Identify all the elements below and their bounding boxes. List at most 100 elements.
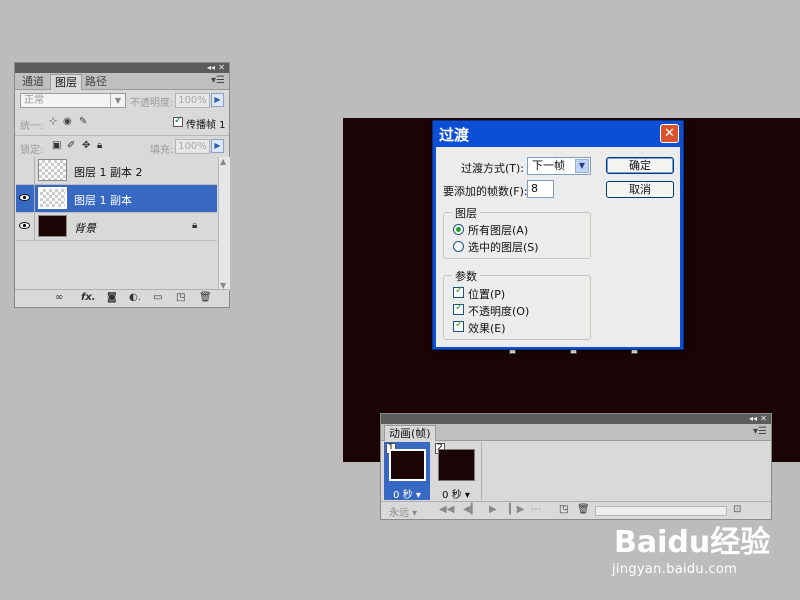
eye-icon (19, 194, 30, 201)
selected-layers-radio[interactable] (453, 241, 464, 252)
layers-panel: ◂◂ ✕ 通道 图层 路径 ▾☰ 正常 ▼ 不透明度: 100% ▶ 统一: ⊹… (14, 62, 230, 308)
layers-group-title: 图层 (452, 205, 480, 221)
frame-delay-value: 0 秒 (442, 490, 462, 501)
opacity-label[interactable]: 不透明度(O) (468, 303, 529, 319)
tween-icon[interactable]: ⋯ (531, 504, 541, 515)
layers-scrollbar[interactable]: ▲ ▼ (218, 157, 230, 290)
frame-delay-value: 0 秒 (393, 490, 413, 501)
position-checkbox[interactable]: ✓ (453, 285, 464, 298)
close-icon[interactable]: ✕ (218, 63, 225, 73)
panel-titlebar[interactable]: ◂◂ ✕ (381, 414, 771, 424)
tab-layers[interactable]: 图层 (50, 74, 82, 90)
opacity-field[interactable]: 100% (175, 93, 210, 108)
layers-group: 图层 所有图层(A) 选中的图层(S) (443, 205, 591, 259)
check-icon: ✓ (455, 319, 464, 330)
visibility-toggle[interactable] (16, 185, 35, 212)
panel-menu-icon[interactable]: ▾☰ (211, 75, 225, 86)
tab-paths[interactable]: 路径 (81, 74, 111, 89)
blend-mode-select[interactable]: 正常 ▼ (20, 93, 126, 108)
layer-thumbnail (38, 187, 67, 209)
close-icon[interactable]: ✕ (760, 414, 767, 424)
unify-visibility-icon[interactable]: ◉ (63, 116, 72, 127)
layer-row[interactable]: 背景 🔒︎ (16, 213, 217, 241)
cancel-button[interactable]: 取消 (606, 181, 674, 198)
group-folder-icon[interactable]: ▭ (153, 292, 162, 303)
animation-panel: ◂◂ ✕ 动画(帧) ▾☰ 1 0 秒 ▾ 2 0 秒 ▾ 永远 ▾ ◀◀ ◀▎… (380, 413, 772, 520)
check-icon: ✓ (455, 302, 464, 313)
tween-dialog: 过渡 ✕ 过渡方式(T): 下一帧 ▼ 要添加的帧数(F): 8 确定 取消 图… (432, 120, 684, 350)
layer-row[interactable]: 图层 1 副本 2 (16, 157, 217, 185)
scroll-up-icon[interactable]: ▲ (220, 157, 226, 166)
play-icon[interactable]: ▶ (489, 504, 497, 515)
lock-move-icon[interactable]: ✥ (82, 140, 90, 151)
propagate-label: 传播帧 1 (186, 120, 226, 131)
parameters-group-title: 参数 (452, 268, 480, 284)
parameters-group: 参数 ✓ 位置(P) ✓ 不透明度(O) ✓ 效果(E) (443, 268, 591, 340)
frame-delay[interactable]: 0 秒 ▾ (384, 486, 430, 501)
unify-style-icon[interactable]: ✎ (79, 116, 87, 127)
fill-slider-arrow-icon[interactable]: ▶ (211, 139, 224, 153)
frame-delay[interactable]: 0 秒 ▾ (433, 486, 479, 501)
tab-animation[interactable]: 动画(帧) (384, 425, 436, 441)
tab-channels[interactable]: 通道 (18, 74, 48, 89)
effects-checkbox[interactable]: ✓ (453, 319, 464, 332)
unify-label: 统一: (20, 121, 44, 132)
visibility-toggle[interactable] (16, 157, 35, 184)
first-frame-icon[interactable]: ◀◀ (439, 504, 454, 515)
collapse-icon[interactable]: ◂◂ (207, 63, 215, 73)
lock-transparent-icon[interactable]: ▣ (52, 140, 61, 151)
divider (15, 135, 229, 136)
layer-thumbnail (38, 159, 67, 181)
close-button[interactable]: ✕ (660, 124, 679, 143)
chevron-down-icon: ▼ (575, 159, 589, 173)
previous-frame-icon[interactable]: ◀▎ (463, 504, 478, 515)
watermark-url: jingyan.baidu.com (612, 562, 738, 577)
all-layers-radio[interactable] (453, 224, 464, 235)
selected-layers-label[interactable]: 选中的图层(S) (468, 239, 539, 255)
layer-name: 图层 1 副本 2 (74, 166, 143, 179)
opacity-slider-arrow-icon[interactable]: ▶ (211, 93, 224, 107)
lock-label: 锁定: (20, 145, 44, 156)
frames-to-add-input[interactable]: 8 (527, 180, 554, 198)
loop-select[interactable]: 永远 ▾ (389, 504, 417, 519)
next-frame-icon[interactable]: ▎▶ (509, 504, 524, 515)
animation-frame[interactable]: 1 0 秒 ▾ (384, 442, 430, 501)
layer-row[interactable]: 图层 1 副本 (16, 185, 217, 213)
link-icon[interactable]: ∞ (55, 292, 63, 303)
all-layers-label[interactable]: 所有图层(A) (468, 222, 528, 238)
lock-brush-icon[interactable]: ✐ (67, 140, 75, 151)
panel-titlebar[interactable]: ◂◂ ✕ (15, 63, 229, 73)
convert-timeline-icon[interactable]: ⊡ (733, 504, 741, 515)
lock-all-icon[interactable]: 🔒︎ (97, 140, 102, 151)
duplicate-frame-icon[interactable]: ◳ (559, 504, 568, 515)
trash-icon[interactable]: 🗑︎ (199, 292, 212, 303)
divider (481, 442, 482, 500)
layer-name: 图层 1 副本 (74, 194, 132, 207)
fx-icon[interactable]: fx. (81, 292, 96, 303)
trash-icon[interactable]: 🗑︎ (577, 504, 590, 515)
collapse-icon[interactable]: ◂◂ (749, 414, 757, 424)
panel-tabs: 通道 图层 路径 ▾☰ (15, 73, 229, 90)
unify-position-icon[interactable]: ⊹ (49, 116, 57, 127)
animation-frame[interactable]: 2 0 秒 ▾ (433, 442, 479, 501)
fill-field[interactable]: 100% (175, 139, 210, 154)
fill-label: 填充: (150, 145, 174, 156)
visibility-toggle[interactable] (16, 213, 35, 240)
loop-value: 永远 (389, 508, 409, 519)
panel-menu-icon[interactable]: ▾☰ (753, 426, 767, 437)
eye-icon (19, 222, 30, 229)
close-icon: ✕ (664, 126, 675, 141)
opacity-label: 不透明度: (130, 98, 174, 109)
new-layer-icon[interactable]: ◳ (176, 292, 185, 303)
effects-label[interactable]: 效果(E) (468, 320, 506, 336)
tween-with-value: 下一帧 (532, 159, 565, 172)
ok-button[interactable]: 确定 (606, 157, 674, 174)
panel-tabs: 动画(帧) ▾☰ (381, 424, 771, 441)
propagate-frame-checkbox[interactable]: ✓ (173, 115, 183, 127)
mask-icon[interactable]: ◙ (107, 292, 117, 303)
adjustment-icon[interactable]: ◐. (129, 292, 141, 303)
tween-with-select[interactable]: 下一帧 ▼ (527, 157, 591, 175)
chevron-down-icon: ▼ (110, 94, 125, 107)
position-label[interactable]: 位置(P) (468, 286, 505, 302)
opacity-checkbox[interactable]: ✓ (453, 302, 464, 315)
